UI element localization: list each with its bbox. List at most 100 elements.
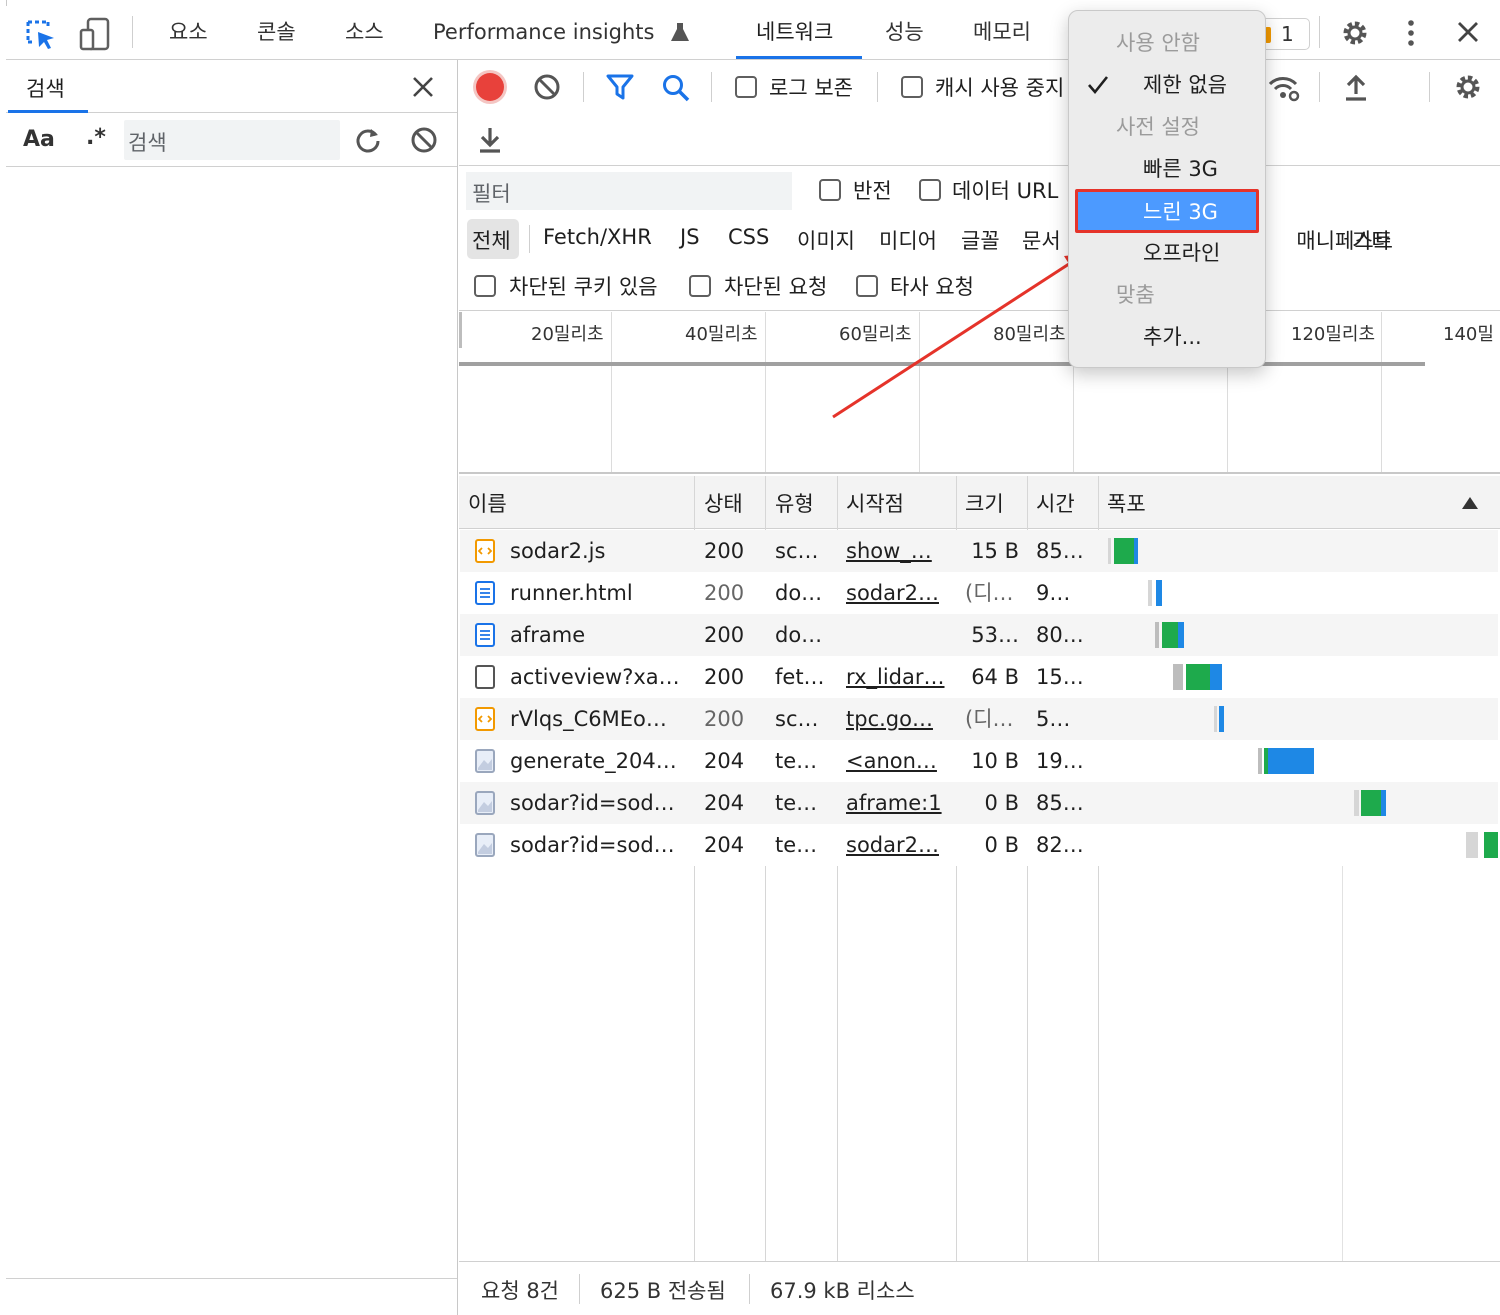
request-initiator[interactable] (846, 614, 950, 656)
clear-search-icon[interactable] (410, 126, 438, 154)
request-size: (디… (965, 581, 1014, 605)
column-header-size[interactable]: 크기 (965, 480, 1004, 528)
table-row[interactable]: generate_204… 204 te… <anon… 10 B 19… (460, 740, 1498, 782)
request-initiator[interactable]: aframe:1 (846, 782, 950, 824)
request-status: 200 (704, 623, 745, 647)
waterfall-bar-segment (1268, 748, 1314, 774)
request-initiator[interactable]: sodar2… (846, 824, 950, 866)
filter-funnel-icon[interactable] (605, 73, 635, 101)
request-initiator[interactable]: <anon… (846, 740, 950, 782)
request-initiator[interactable]: sodar2… (846, 572, 950, 614)
sort-ascending-icon[interactable] (1461, 495, 1479, 509)
request-name: sodar?id=sod… (510, 833, 675, 857)
close-devtools-icon[interactable] (1456, 20, 1480, 44)
column-header-type[interactable]: 유형 (775, 480, 814, 528)
table-row[interactable]: activeview?xa… 200 fet… rx_lidar… 64 B 15… (460, 656, 1498, 698)
table-row[interactable]: rVlqs_C6MEo… 200 sc… tpc.go… (디… 5… (460, 698, 1498, 740)
table-row[interactable]: runner.html 200 do… sodar2… (디… 9… (460, 572, 1498, 614)
clear-log-icon[interactable] (533, 73, 561, 101)
column-header-time[interactable]: 시간 (1036, 480, 1075, 528)
export-har-icon[interactable] (477, 124, 503, 154)
menu-item-offline[interactable]: 오프라인 (1143, 233, 1220, 273)
network-conditions-icon[interactable] (1267, 72, 1301, 104)
menu-item-add-custom[interactable]: 추가... (1143, 317, 1202, 357)
inspect-element-icon[interactable] (24, 18, 58, 52)
network-settings-gear-icon[interactable] (1453, 72, 1483, 102)
table-row[interactable]: sodar?id=sod… 204 te… aframe:1 0 B 85… (460, 782, 1498, 824)
menu-item-slow-3g[interactable]: 느린 3G (1075, 189, 1259, 233)
invert-label: 반전 (853, 179, 892, 203)
timeline-left-handle[interactable] (459, 312, 462, 348)
filter-type-other[interactable]: 기타 (1352, 225, 1391, 255)
device-toolbar-icon[interactable] (78, 16, 112, 52)
filter-type-all[interactable]: 전체 (467, 219, 519, 259)
table-row[interactable]: sodar2.js 200 sc… show_… 15 B 85… (460, 530, 1498, 572)
request-type: sc… (775, 707, 819, 731)
column-header-waterfall[interactable]: 폭포 (1107, 480, 1146, 528)
devtools-tab-bar: 요소 콘솔 소스 Performance insights 네트워크 성능 메모… (6, 6, 1500, 60)
search-input[interactable]: 검색 (128, 127, 167, 157)
menu-item-slow-3g-label: 느린 3G (1143, 200, 1218, 224)
preserve-log-label: 로그 보존 (769, 76, 853, 100)
tab-elements[interactable]: 요소 (169, 6, 208, 59)
filter-type-all-label: 전체 (472, 229, 511, 253)
search-input-box[interactable]: 검색 (124, 120, 340, 160)
request-initiator[interactable]: rx_lidar… (846, 656, 950, 698)
hide-data-urls-checkbox[interactable] (919, 179, 941, 201)
column-header-name[interactable]: 이름 (468, 480, 507, 528)
filter-type-css[interactable]: CSS (728, 225, 769, 249)
menu-item-fast-3g[interactable]: 빠른 3G (1143, 149, 1218, 189)
menu-item-no-throttling[interactable]: 제한 없음 (1143, 65, 1227, 105)
request-type: te… (775, 791, 818, 815)
waterfall-bar-segment (1210, 664, 1222, 690)
request-initiator[interactable]: show_… (846, 530, 950, 572)
search-panel-header: 검색 (6, 60, 457, 113)
timeline-tick-120ms: 120밀리초 (1291, 324, 1376, 345)
table-row[interactable]: aframe 200 do… 53… 80… (460, 614, 1498, 656)
preserve-log-checkbox[interactable] (735, 76, 757, 98)
request-time: 80… (1036, 623, 1084, 647)
more-options-icon[interactable] (1404, 18, 1418, 48)
settings-gear-icon[interactable] (1340, 18, 1370, 48)
request-initiator[interactable]: tpc.go… (846, 698, 950, 740)
import-har-icon[interactable] (1343, 72, 1369, 102)
menu-header-disabled: 사용 안함 (1116, 31, 1200, 55)
status-transferred: 625 B 전송됨 (600, 1279, 726, 1303)
search-panel-title[interactable]: 검색 (26, 73, 65, 103)
tab-sources[interactable]: 소스 (345, 6, 384, 59)
search-network-icon[interactable] (661, 73, 691, 103)
invert-checkbox[interactable] (819, 179, 841, 201)
disable-cache-checkbox[interactable] (901, 76, 923, 98)
timeline-tick-140ms: 140밀 (1443, 324, 1494, 344)
menu-header-presets: 사전 설정 (1116, 115, 1200, 139)
blocked-requests-checkbox[interactable] (689, 275, 711, 297)
tab-performance-insights[interactable]: Performance insights (433, 6, 654, 59)
status-bar: 요청 8건 625 B 전송됨 67.9 kB 리소스 (459, 1261, 1500, 1315)
issues-badge[interactable]: 1 (1260, 18, 1310, 50)
tab-memory[interactable]: 메모리 (973, 6, 1031, 59)
timeline-gridline (765, 312, 766, 472)
request-name: sodar2.js (510, 539, 606, 563)
tab-console[interactable]: 콘솔 (257, 6, 296, 59)
request-status: 204 (704, 833, 745, 857)
tab-network[interactable]: 네트워크 (756, 6, 833, 59)
regex-toggle[interactable]: .* (86, 125, 106, 150)
hide-data-urls-label: 데이터 URL (952, 179, 1059, 203)
table-row[interactable]: sodar?id=sod… 204 te… sodar2… 0 B 82… (460, 824, 1498, 866)
issues-count: 1 (1281, 22, 1294, 46)
request-type: te… (775, 833, 818, 857)
filter-type-js[interactable]: JS (680, 225, 700, 249)
filter-input[interactable]: 필터 (466, 172, 792, 210)
tab-performance[interactable]: 성능 (885, 6, 924, 59)
blocked-cookies-checkbox[interactable] (474, 275, 496, 297)
refresh-icon[interactable] (354, 126, 382, 154)
text-icon (474, 748, 496, 774)
close-search-icon[interactable] (412, 76, 434, 98)
column-header-initiator[interactable]: 시작점 (846, 480, 904, 528)
match-case-toggle[interactable]: Aa (23, 127, 55, 152)
request-type: do… (775, 623, 823, 647)
filter-type-fetch-xhr[interactable]: Fetch/XHR (543, 225, 652, 249)
request-time: 85… (1036, 791, 1084, 815)
record-button[interactable] (476, 73, 504, 101)
column-header-status[interactable]: 상태 (704, 480, 743, 528)
